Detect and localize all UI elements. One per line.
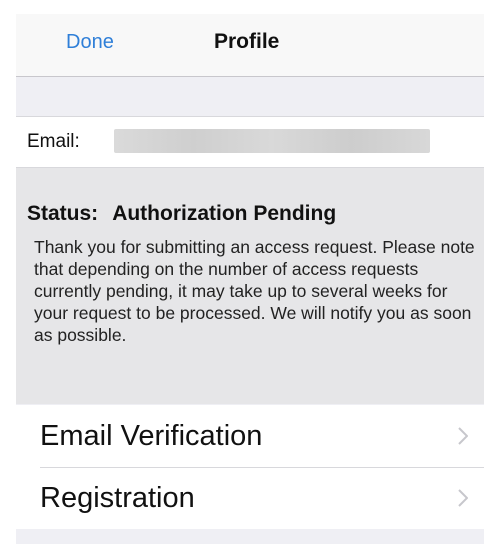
status-label: Status: xyxy=(27,202,99,225)
list-item-label: Email Verification xyxy=(40,420,263,452)
list-item-label: Registration xyxy=(40,482,195,514)
chevron-right-icon xyxy=(458,427,468,445)
page-title: Profile xyxy=(214,30,280,53)
email-label: Email: xyxy=(27,131,80,152)
status-line: Status: Authorization Pending xyxy=(27,202,336,226)
status-section: Status: Authorization Pending Thank you f… xyxy=(16,168,484,404)
status-message: Thank you for submitting an access reque… xyxy=(34,237,475,345)
email-value-redacted xyxy=(114,129,430,153)
status-value: Authorization Pending xyxy=(112,202,337,225)
bottom-background xyxy=(16,529,484,544)
email-row: Email: xyxy=(16,116,484,168)
chevron-right-icon xyxy=(458,489,468,507)
registration-item[interactable]: Registration xyxy=(16,467,484,529)
profile-menu-list: Email Verification Registration xyxy=(16,405,484,529)
screen: Done Profile Email: Status: Authorization… xyxy=(0,0,484,544)
profile-screen: Done Profile Email: Status: Authorization… xyxy=(16,14,484,544)
email-verification-item[interactable]: Email Verification xyxy=(16,405,484,467)
done-button[interactable]: Done xyxy=(66,31,114,54)
navigation-bar: Done Profile xyxy=(16,14,484,77)
